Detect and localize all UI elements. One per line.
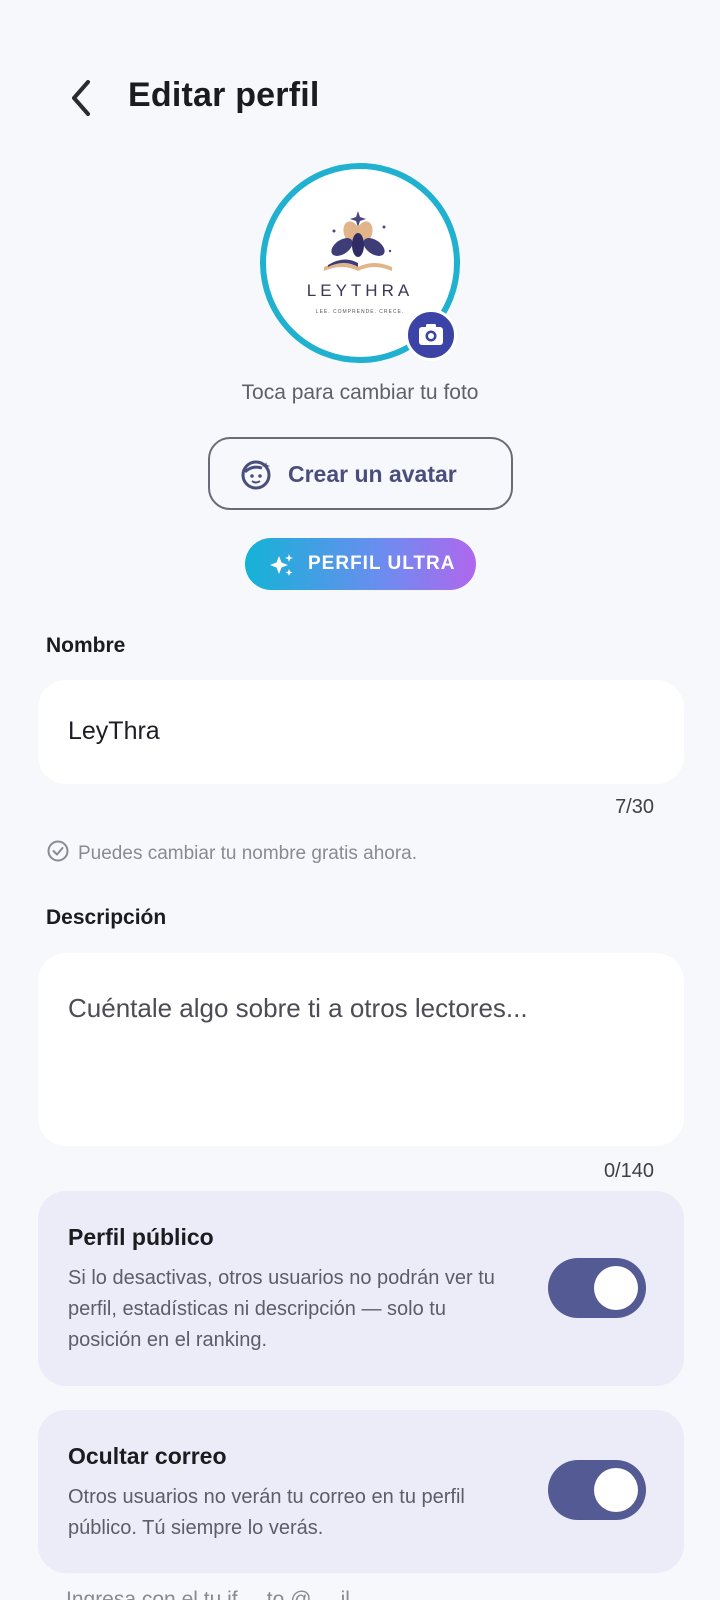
check-circle-icon (47, 840, 69, 862)
toggle-knob (594, 1468, 638, 1512)
header-bar: Editar perfil (0, 70, 720, 126)
logo-plant-icon (324, 211, 392, 271)
hide-email-title: Ocultar correo (68, 1443, 227, 1469)
public-profile-title: Perfil público (68, 1224, 214, 1250)
change-photo-button[interactable] (405, 309, 457, 361)
public-profile-description: Si lo desactivas, otros usuarios no podr… (68, 1267, 495, 1351)
camera-icon (419, 324, 443, 345)
hide-email-description: Otros usuarios no verán tu correo en tu … (68, 1486, 465, 1539)
logo-wordmark: LEYTHRA (306, 281, 414, 300)
name-label: Nombre (46, 634, 126, 657)
footer-partial-text: Ingresa con el tu if ... to @ ... il (66, 1588, 350, 1600)
sparkles-icon (270, 554, 293, 576)
create-avatar-button[interactable]: Crear un avatar (208, 437, 513, 510)
profile-photo[interactable]: LEYTHRA LEE. COMPRENDE. CRECE. (260, 163, 460, 363)
hide-email-card: Ocultar correo Otros usuarios no verán t… (38, 1410, 684, 1573)
description-placeholder: Cuéntale algo sobre ti a otros lectores.… (68, 993, 528, 1023)
name-helper: Puedes cambiar tu nombre gratis ahora. (46, 839, 417, 865)
public-profile-toggle[interactable] (548, 1258, 646, 1318)
public-profile-card: Perfil público Si lo desactivas, otros u… (38, 1191, 684, 1386)
avatar-hint: Toca para cambiar tu foto (241, 381, 479, 404)
face-icon (241, 460, 271, 490)
toggle-knob (594, 1266, 638, 1310)
name-helper-text: Puedes cambiar tu nombre gratis ahora. (78, 843, 418, 864)
perfil-ultra-label: PERFIL ULTRA (308, 553, 456, 574)
perfil-ultra-button[interactable]: PERFIL ULTRA (245, 538, 476, 590)
description-field[interactable]: Cuéntale algo sobre ti a otros lectores.… (38, 953, 684, 1146)
description-label: Descripción (46, 906, 167, 929)
name-counter: 7/30 (615, 796, 654, 818)
chevron-left-icon (72, 80, 90, 116)
page-title: Editar perfil (128, 76, 320, 114)
name-field[interactable]: LeyThra (38, 680, 684, 784)
name-value: LeyThra (68, 717, 160, 745)
hide-email-toggle[interactable] (548, 1460, 646, 1520)
back-button[interactable] (62, 76, 102, 120)
description-counter: 0/140 (603, 1160, 654, 1182)
create-avatar-label: Crear un avatar (288, 461, 457, 487)
